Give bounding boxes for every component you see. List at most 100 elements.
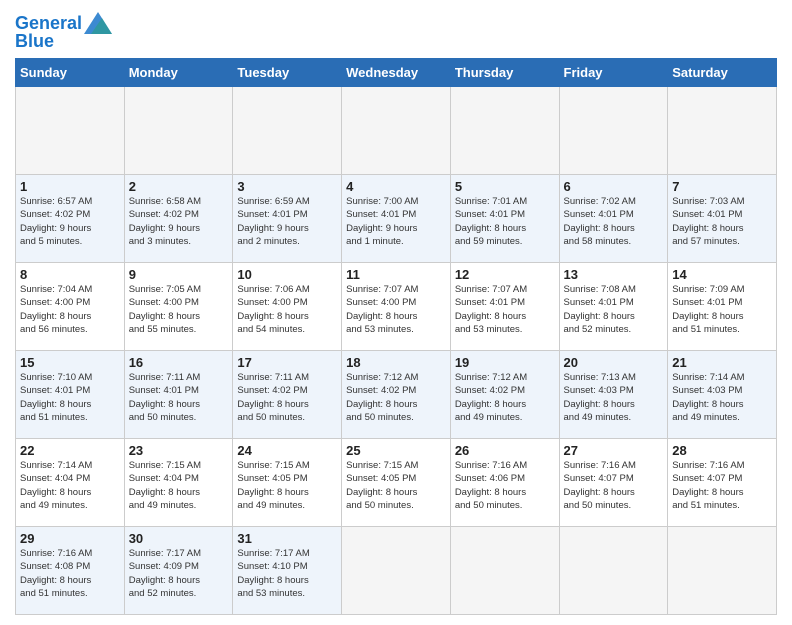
day-number: 28 <box>672 443 772 458</box>
calendar-cell: 23Sunrise: 7:15 AM Sunset: 4:04 PM Dayli… <box>124 439 233 527</box>
day-info: Sunrise: 7:12 AM Sunset: 4:02 PM Dayligh… <box>346 372 418 423</box>
day-info: Sunrise: 7:13 AM Sunset: 4:03 PM Dayligh… <box>564 372 636 423</box>
weekday-header-tuesday: Tuesday <box>233 59 342 87</box>
day-info: Sunrise: 7:15 AM Sunset: 4:05 PM Dayligh… <box>346 460 418 511</box>
day-number: 31 <box>237 531 337 546</box>
calendar-cell: 12Sunrise: 7:07 AM Sunset: 4:01 PM Dayli… <box>450 263 559 351</box>
day-number: 6 <box>564 179 664 194</box>
day-number: 15 <box>20 355 120 370</box>
calendar-cell: 6 Sunrise: 7:02 AM Sunset: 4:01 PM Daylig… <box>559 175 668 263</box>
calendar-cell: 21Sunrise: 7:14 AM Sunset: 4:03 PM Dayli… <box>668 351 777 439</box>
calendar-cell: 30 Sunrise: 7:17 AM Sunset: 4:09 PM Dayli… <box>124 527 233 615</box>
day-number: 7 <box>672 179 772 194</box>
page-container: General Blue SundayMondayTuesdayWednesda… <box>0 0 792 625</box>
calendar-cell: 28 Sunrise: 7:16 AM Sunset: 4:07 PM Dayli… <box>668 439 777 527</box>
day-info: Sunrise: 7:15 AM Sunset: 4:05 PM Dayligh… <box>237 460 309 511</box>
day-info: Sunrise: 7:17 AM Sunset: 4:09 PM Dayligh… <box>129 548 201 599</box>
day-info: Sunrise: 7:16 AM Sunset: 4:06 PM Dayligh… <box>455 460 527 511</box>
calendar-week-row: 15 Sunrise: 7:10 AM Sunset: 4:01 PM Dayli… <box>16 351 777 439</box>
day-info: Sunrise: 7:15 AM Sunset: 4:04 PM Dayligh… <box>129 460 201 511</box>
calendar-cell <box>450 527 559 615</box>
day-info: Sunrise: 7:07 AM Sunset: 4:01 PM Dayligh… <box>455 284 527 335</box>
calendar-week-row: 22 Sunrise: 7:14 AM Sunset: 4:04 PM Dayli… <box>16 439 777 527</box>
day-number: 27 <box>564 443 664 458</box>
calendar-cell <box>124 87 233 175</box>
calendar-cell <box>16 87 125 175</box>
day-info: Sunrise: 7:08 AM Sunset: 4:01 PM Dayligh… <box>564 284 636 335</box>
calendar-cell: 9 Sunrise: 7:05 AM Sunset: 4:00 PM Daylig… <box>124 263 233 351</box>
weekday-header-sunday: Sunday <box>16 59 125 87</box>
calendar-week-row <box>16 87 777 175</box>
day-number: 30 <box>129 531 229 546</box>
weekday-header-row: SundayMondayTuesdayWednesdayThursdayFrid… <box>16 59 777 87</box>
weekday-header-thursday: Thursday <box>450 59 559 87</box>
calendar-cell: 13Sunrise: 7:08 AM Sunset: 4:01 PM Dayli… <box>559 263 668 351</box>
calendar-cell: 27 Sunrise: 7:16 AM Sunset: 4:07 PM Dayli… <box>559 439 668 527</box>
calendar-cell: 15 Sunrise: 7:10 AM Sunset: 4:01 PM Dayli… <box>16 351 125 439</box>
calendar-cell <box>342 527 451 615</box>
day-info: Sunrise: 6:57 AM Sunset: 4:02 PM Dayligh… <box>20 196 92 247</box>
calendar-cell: 8Sunrise: 7:04 AM Sunset: 4:00 PM Daylig… <box>16 263 125 351</box>
day-number: 10 <box>237 267 337 282</box>
day-number: 20 <box>564 355 664 370</box>
calendar-cell <box>342 87 451 175</box>
day-number: 17 <box>237 355 337 370</box>
day-info: Sunrise: 7:16 AM Sunset: 4:07 PM Dayligh… <box>672 460 744 511</box>
logo-text2: Blue <box>15 31 54 51</box>
calendar-cell: 1 Sunrise: 6:57 AM Sunset: 4:02 PM Daylig… <box>16 175 125 263</box>
calendar-table: SundayMondayTuesdayWednesdayThursdayFrid… <box>15 58 777 615</box>
day-info: Sunrise: 6:59 AM Sunset: 4:01 PM Dayligh… <box>237 196 309 247</box>
day-number: 3 <box>237 179 337 194</box>
day-info: Sunrise: 7:14 AM Sunset: 4:04 PM Dayligh… <box>20 460 92 511</box>
day-info: Sunrise: 7:04 AM Sunset: 4:00 PM Dayligh… <box>20 284 92 335</box>
calendar-cell: 19 Sunrise: 7:12 AM Sunset: 4:02 PM Dayli… <box>450 351 559 439</box>
day-info: Sunrise: 6:58 AM Sunset: 4:02 PM Dayligh… <box>129 196 201 247</box>
day-info: Sunrise: 7:10 AM Sunset: 4:01 PM Dayligh… <box>20 372 92 423</box>
day-number: 4 <box>346 179 446 194</box>
day-number: 18 <box>346 355 446 370</box>
calendar-cell: 16 Sunrise: 7:11 AM Sunset: 4:01 PM Dayli… <box>124 351 233 439</box>
weekday-header-wednesday: Wednesday <box>342 59 451 87</box>
day-number: 16 <box>129 355 229 370</box>
day-number: 11 <box>346 267 446 282</box>
day-info: Sunrise: 7:16 AM Sunset: 4:08 PM Dayligh… <box>20 548 92 599</box>
calendar-week-row: 29 Sunrise: 7:16 AM Sunset: 4:08 PM Dayli… <box>16 527 777 615</box>
weekday-header-saturday: Saturday <box>668 59 777 87</box>
day-info: Sunrise: 7:11 AM Sunset: 4:01 PM Dayligh… <box>129 372 201 423</box>
calendar-cell: 29 Sunrise: 7:16 AM Sunset: 4:08 PM Dayli… <box>16 527 125 615</box>
day-number: 9 <box>129 267 229 282</box>
day-info: Sunrise: 7:12 AM Sunset: 4:02 PM Dayligh… <box>455 372 527 423</box>
calendar-cell: 24Sunrise: 7:15 AM Sunset: 4:05 PM Dayli… <box>233 439 342 527</box>
calendar-cell: 25Sunrise: 7:15 AM Sunset: 4:05 PM Dayli… <box>342 439 451 527</box>
calendar-week-row: 1 Sunrise: 6:57 AM Sunset: 4:02 PM Daylig… <box>16 175 777 263</box>
calendar-cell <box>233 87 342 175</box>
calendar-cell: 17Sunrise: 7:11 AM Sunset: 4:02 PM Dayli… <box>233 351 342 439</box>
day-number: 2 <box>129 179 229 194</box>
calendar-cell: 10Sunrise: 7:06 AM Sunset: 4:00 PM Dayli… <box>233 263 342 351</box>
day-info: Sunrise: 7:02 AM Sunset: 4:01 PM Dayligh… <box>564 196 636 247</box>
weekday-header-friday: Friday <box>559 59 668 87</box>
day-number: 29 <box>20 531 120 546</box>
logo: General Blue <box>15 14 112 52</box>
day-number: 19 <box>455 355 555 370</box>
calendar-cell <box>559 527 668 615</box>
header: General Blue <box>15 10 777 52</box>
day-number: 26 <box>455 443 555 458</box>
day-number: 22 <box>20 443 120 458</box>
calendar-cell <box>450 87 559 175</box>
calendar-cell: 20 Sunrise: 7:13 AM Sunset: 4:03 PM Dayli… <box>559 351 668 439</box>
day-info: Sunrise: 7:03 AM Sunset: 4:01 PM Dayligh… <box>672 196 744 247</box>
day-info: Sunrise: 7:16 AM Sunset: 4:07 PM Dayligh… <box>564 460 636 511</box>
day-number: 14 <box>672 267 772 282</box>
calendar-cell <box>668 527 777 615</box>
day-info: Sunrise: 7:00 AM Sunset: 4:01 PM Dayligh… <box>346 196 418 247</box>
day-info: Sunrise: 7:14 AM Sunset: 4:03 PM Dayligh… <box>672 372 744 423</box>
logo-icon <box>84 12 112 34</box>
day-info: Sunrise: 7:05 AM Sunset: 4:00 PM Dayligh… <box>129 284 201 335</box>
day-number: 1 <box>20 179 120 194</box>
calendar-cell: 3 Sunrise: 6:59 AM Sunset: 4:01 PM Daylig… <box>233 175 342 263</box>
calendar-cell: 26 Sunrise: 7:16 AM Sunset: 4:06 PM Dayli… <box>450 439 559 527</box>
calendar-week-row: 8Sunrise: 7:04 AM Sunset: 4:00 PM Daylig… <box>16 263 777 351</box>
calendar-cell: 7 Sunrise: 7:03 AM Sunset: 4:01 PM Daylig… <box>668 175 777 263</box>
day-info: Sunrise: 7:17 AM Sunset: 4:10 PM Dayligh… <box>237 548 309 599</box>
